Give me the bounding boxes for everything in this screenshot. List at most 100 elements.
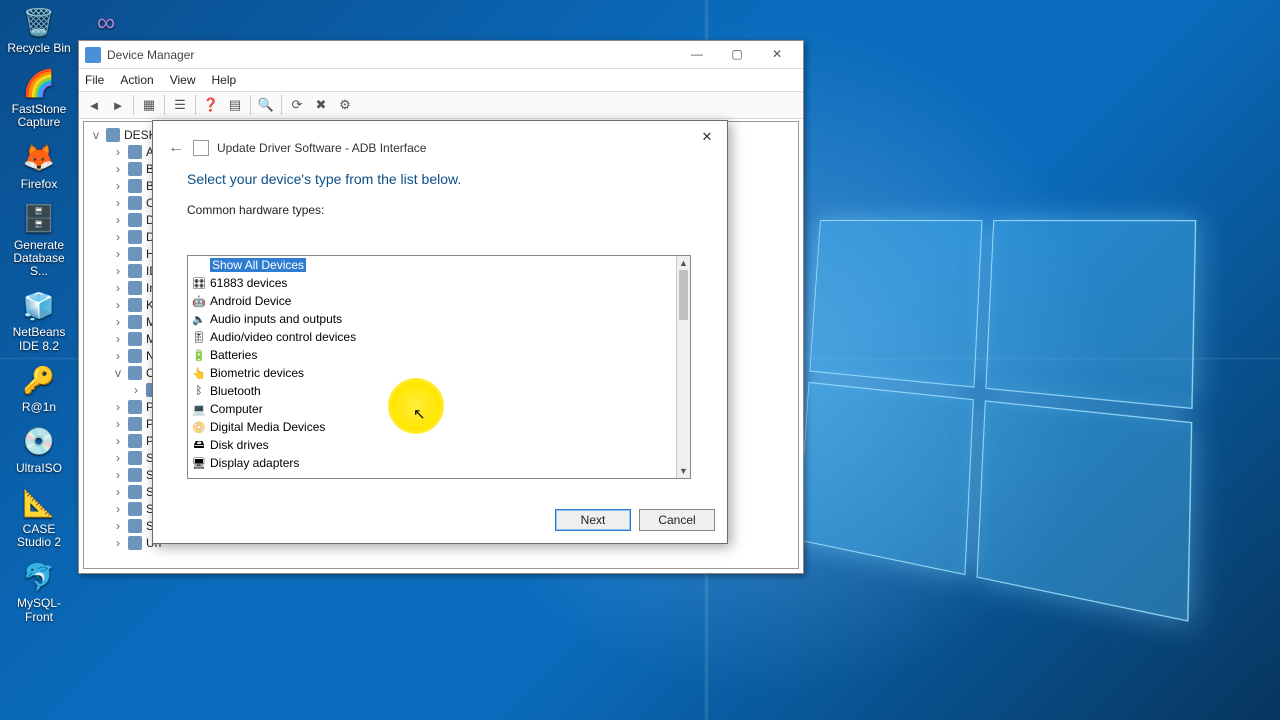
list-item[interactable]: 💻 Computer [188, 400, 676, 418]
icon: 🦊 [19, 140, 59, 176]
menu-help[interactable]: Help [212, 73, 237, 87]
device-type-icon: 📀 [192, 420, 206, 434]
list-item-label: 61883 devices [210, 276, 287, 290]
next-button[interactable]: Next [555, 509, 631, 531]
maximize-button[interactable]: ▢ [717, 44, 757, 66]
toolbar: ◄ ► ▦ ☰ ❓ ▤ 🔍 ⟳ ✖ ⚙ [79, 91, 803, 119]
icon: 🗄️ [19, 201, 59, 237]
desktop-icons: 🗑️ Recycle Bin 🌈FastStone Capture 🦊 Firefox 🗄… [4, 4, 74, 634]
icon-label: Generate Database S... [4, 239, 74, 279]
device-type-icon: 💻 [192, 402, 206, 416]
list-item-label: Android Device [210, 294, 291, 308]
close-button[interactable]: ✕ [757, 44, 797, 66]
device-type-icon: 🤖 [192, 294, 206, 308]
desktop-icon[interactable]: 🐬MySQL-Front [4, 559, 74, 623]
minimize-button[interactable]: — [677, 44, 717, 66]
toolbar-btn[interactable]: ✖ [310, 94, 332, 116]
list-item-label: Audio/video control devices [210, 330, 356, 344]
list-item-label: Bluetooth [210, 384, 261, 398]
dialog-heading: Select your device's type from the list … [153, 167, 727, 199]
toolbar-btn[interactable]: ⟳ [286, 94, 308, 116]
app-icon [85, 47, 101, 63]
icon-label: NetBeans IDE 8.2 [4, 326, 74, 352]
help-icon[interactable]: ❓ [200, 94, 222, 116]
toolbar-btn[interactable]: ⚙ [334, 94, 356, 116]
list-item[interactable]: 🎚 Audio/video control devices [188, 328, 676, 346]
icon: 🗑️ [19, 4, 59, 40]
list-item[interactable]: Show All Devices [188, 256, 676, 274]
list-item-label: Display adapters [210, 456, 299, 470]
list-item[interactable]: 🎛 61883 devices [188, 274, 676, 292]
icon: 🔑 [19, 363, 59, 399]
list-item-label: Batteries [210, 348, 257, 362]
icon-label: CASE Studio 2 [4, 523, 74, 549]
desktop-icon[interactable]: 🦊 Firefox [4, 140, 74, 191]
device-type-icon: 🖥 [192, 456, 206, 470]
desktop-icon[interactable]: 🗄️Generate Database S... [4, 201, 74, 279]
desktop-icon[interactable]: 🔑 R@1n [4, 363, 74, 414]
icon-label: UltraISO [4, 462, 74, 475]
dialog-close-button[interactable]: ✕ [695, 129, 719, 149]
list-item[interactable]: 🖴 Disk drives [188, 436, 676, 454]
device-type-icon: 🖴 [192, 438, 206, 452]
list-item-label: Digital Media Devices [210, 420, 325, 434]
toolbar-btn[interactable]: ▤ [224, 94, 246, 116]
device-type-icon [192, 258, 206, 272]
toolbar-btn[interactable]: 🔍 [255, 94, 277, 116]
list-label: Common hardware types: [153, 199, 727, 223]
scroll-thumb[interactable] [679, 270, 688, 320]
icon: 🐬 [19, 559, 59, 595]
list-item-label: Computer [210, 402, 263, 416]
icon-label: Firefox [4, 178, 74, 191]
icon-label: FastStone Capture [4, 103, 74, 129]
hardware-types-list[interactable]: Show All Devices 🎛 61883 devices 🤖 Android D… [187, 255, 691, 479]
titlebar: Device Manager — ▢ ✕ [79, 41, 803, 69]
nav-back-icon[interactable]: ◄ [83, 94, 105, 116]
menubar: File Action View Help [79, 69, 803, 91]
list-item-label: Biometric devices [210, 366, 304, 380]
icon-label: Recycle Bin [4, 42, 74, 55]
icon: 🌈 [19, 65, 59, 101]
list-item[interactable]: 👆 Biometric devices [188, 364, 676, 382]
list-item-label: Audio inputs and outputs [210, 312, 342, 326]
desktop-icon[interactable]: 🌈FastStone Capture [4, 65, 74, 129]
list-item[interactable]: 🔈 Audio inputs and outputs [188, 310, 676, 328]
window-title: Device Manager [107, 48, 677, 62]
device-type-icon: 🔋 [192, 348, 206, 362]
icon: 💿 [19, 424, 59, 460]
desktop-icon[interactable]: 🧊NetBeans IDE 8.2 [4, 288, 74, 352]
cancel-button[interactable]: Cancel [639, 509, 715, 531]
list-item-label: Disk drives [210, 438, 269, 452]
menu-action[interactable]: Action [120, 73, 153, 87]
device-type-icon: 🎚 [192, 330, 206, 344]
update-driver-dialog: ✕ ← Update Driver Software - ADB Interfa… [152, 120, 728, 544]
menu-view[interactable]: View [170, 73, 196, 87]
scrollbar[interactable]: ▲ ▼ [676, 256, 690, 478]
list-item[interactable]: ᛒ Bluetooth [188, 382, 676, 400]
dialog-title: Update Driver Software - ADB Interface [217, 141, 426, 155]
device-type-icon: 🔈 [192, 312, 206, 326]
icon: 📐 [19, 485, 59, 521]
desktop-icon[interactable]: 🗑️ Recycle Bin [4, 4, 74, 55]
back-arrow-icon[interactable]: ← [167, 139, 185, 157]
device-type-icon: ᛒ [192, 384, 206, 398]
desktop-icon[interactable]: 📐CASE Studio 2 [4, 485, 74, 549]
desktop-icon[interactable]: 💿 UltraISO [4, 424, 74, 475]
list-item[interactable]: 🖥 Display adapters [188, 454, 676, 472]
icon-label: R@1n [4, 401, 74, 414]
device-type-icon: 👆 [192, 366, 206, 380]
device-type-icon: 🎛 [192, 276, 206, 290]
icon: 🧊 [19, 288, 59, 324]
toolbar-btn[interactable]: ☰ [169, 94, 191, 116]
list-item[interactable]: 🔋 Batteries [188, 346, 676, 364]
list-item-label: Show All Devices [210, 258, 306, 272]
dialog-icon [193, 140, 209, 156]
list-item[interactable]: 🤖 Android Device [188, 292, 676, 310]
menu-file[interactable]: File [85, 73, 104, 87]
nav-forward-icon[interactable]: ► [107, 94, 129, 116]
scroll-up-icon[interactable]: ▲ [677, 256, 690, 270]
toolbar-btn[interactable]: ▦ [138, 94, 160, 116]
icon-label: MySQL-Front [4, 597, 74, 623]
scroll-down-icon[interactable]: ▼ [677, 464, 690, 478]
list-item[interactable]: 📀 Digital Media Devices [188, 418, 676, 436]
